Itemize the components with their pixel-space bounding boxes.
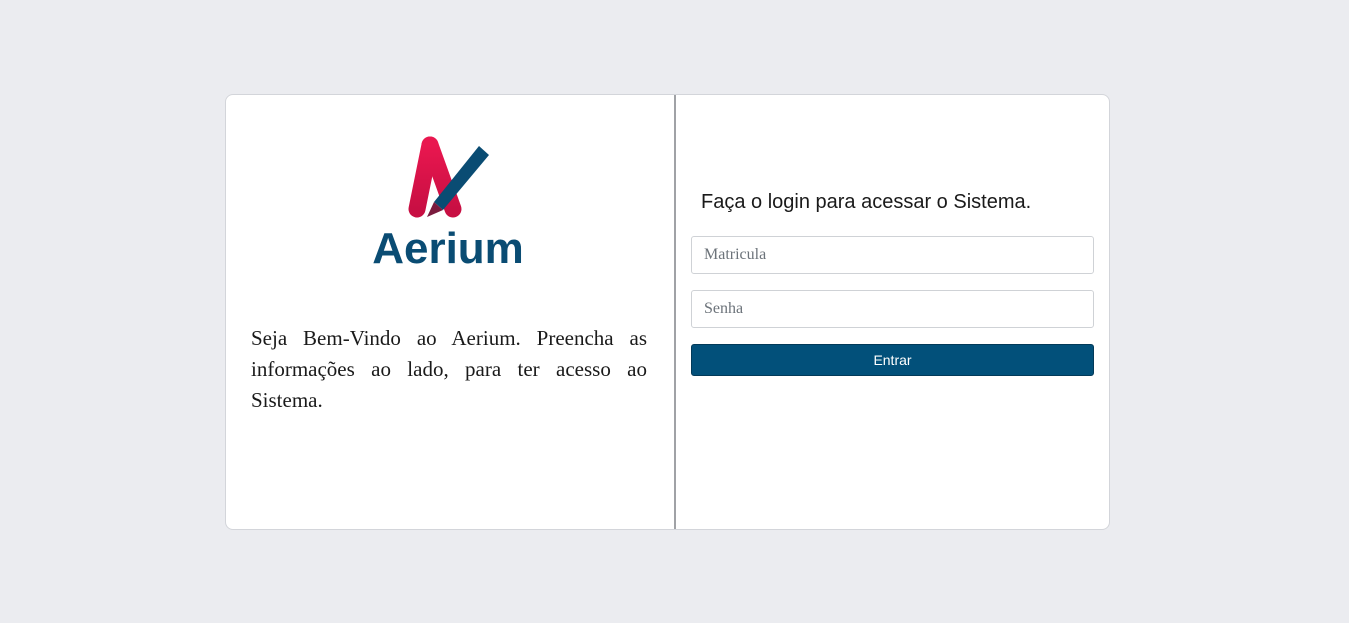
login-card: Aerium Seja Bem-Vindo ao Aerium. Preench…	[225, 94, 1110, 530]
aerium-logo: Aerium	[364, 133, 534, 267]
welcome-message: Seja Bem-Vindo ao Aerium. Preencha as in…	[251, 326, 647, 412]
welcome-panel: Aerium Seja Bem-Vindo ao Aerium. Preench…	[226, 95, 676, 529]
entrar-button[interactable]: Entrar	[691, 344, 1094, 376]
login-heading: Faça o login para acessar o Sistema.	[701, 191, 1032, 213]
logo-wordmark: Aerium	[372, 224, 524, 267]
aerium-logo-icon: Aerium	[372, 136, 524, 267]
login-panel: Faça o login para acessar o Sistema. Ent…	[676, 95, 1109, 529]
matricula-input[interactable]	[691, 236, 1094, 274]
senha-input[interactable]	[691, 290, 1094, 328]
